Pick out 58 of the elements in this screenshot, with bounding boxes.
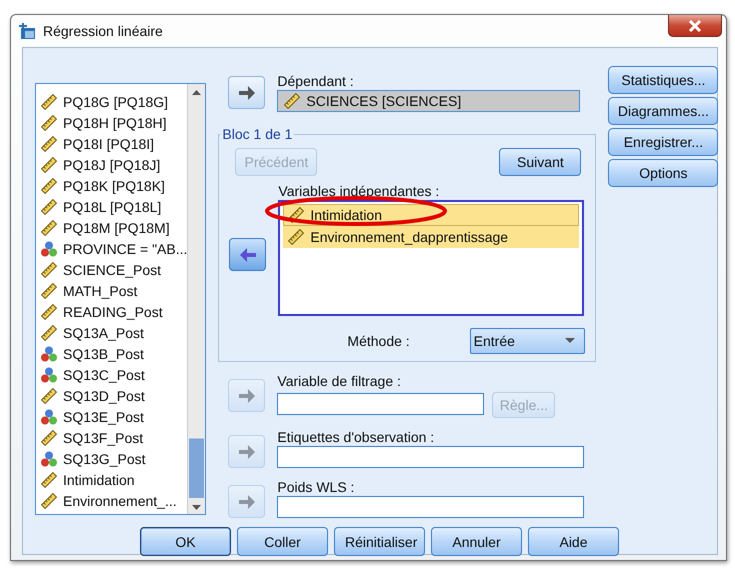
window-title: Régression linéaire <box>43 23 163 39</box>
field-label: Méthode : <box>347 332 410 350</box>
variable-item[interactable]: SQ13A_Post <box>36 322 188 343</box>
input-field[interactable] <box>277 496 584 518</box>
variable-item[interactable]: PROVINCE = "AB... <box>36 238 188 259</box>
variable-item[interactable]: SQ13E_Post <box>36 406 188 427</box>
field-label: Etiquettes d'observation : <box>277 428 436 446</box>
dialog-button[interactable]: Réinitialiser <box>334 527 425 556</box>
close-button[interactable] <box>668 15 722 37</box>
variable-item[interactable]: PQ18G [PQ18G] <box>36 91 188 112</box>
dependent-field[interactable]: SCIENCES [SCIENCES] <box>277 90 580 112</box>
close-icon <box>688 20 702 32</box>
group-title: Bloc 1 de 1 <box>221 126 294 142</box>
input-field[interactable] <box>277 393 484 415</box>
variable-item[interactable]: READING_Post <box>36 301 188 322</box>
scrollbar[interactable] <box>187 84 206 514</box>
variable-item[interactable]: SQ13C_Post <box>36 364 188 385</box>
variable-item[interactable]: SQ13F_Post <box>36 427 188 448</box>
field-label: Dépendant : <box>277 72 355 90</box>
variable-item[interactable]: MATH_Post <box>36 280 188 301</box>
side-button[interactable]: Statistiques... <box>608 66 718 94</box>
variable-item[interactable]: Intimidation <box>36 469 188 490</box>
dialog-button[interactable]: OK <box>140 527 231 556</box>
variable-item[interactable]: PQ18H [PQ18H] <box>36 112 188 133</box>
side-button[interactable]: Enregistrer... <box>608 128 718 156</box>
variable-item[interactable]: SQ13G_Post <box>36 448 188 469</box>
dialog-button[interactable]: Annuler <box>431 527 522 556</box>
move-button[interactable] <box>228 76 266 109</box>
field-label: Poids WLS : <box>277 478 356 496</box>
dialog-button[interactable]: Coller <box>237 527 328 556</box>
variable-item[interactable]: PQ18I [PQ18I] <box>36 133 188 154</box>
dropdown-icon <box>564 337 576 345</box>
side-button[interactable]: Diagrammes... <box>608 97 718 125</box>
variable-item[interactable]: Environnement_... <box>36 490 188 511</box>
variable-list[interactable] <box>35 83 206 515</box>
next-button[interactable]: Suivant <box>499 148 582 176</box>
field-label: Variable de filtrage : <box>277 372 402 390</box>
circles-icon <box>41 408 57 424</box>
variable-item[interactable]: PQ18J [PQ18J] <box>36 154 188 175</box>
variable-item[interactable]: SQ13B_Post <box>36 343 188 364</box>
app-icon <box>19 22 37 40</box>
variable-item[interactable]: PQ18L [PQ18L] <box>36 196 188 217</box>
circles-icon <box>41 346 57 362</box>
side-button[interactable]: Options <box>608 159 718 187</box>
variable-item[interactable]: SCIENCE_Post <box>36 259 188 280</box>
input-field[interactable] <box>277 446 584 468</box>
variable-item[interactable]: SQ13D_Post <box>36 385 188 406</box>
circles-icon <box>41 450 57 466</box>
variable-item[interactable]: Environnement_dapprentissage <box>283 226 580 248</box>
variable-item[interactable]: PQ18M [PQ18M] <box>36 217 188 238</box>
field-label: Variables indépendantes : <box>278 182 440 200</box>
variable-item[interactable]: PQ18K [PQ18K] <box>36 175 188 196</box>
circles-icon <box>41 366 57 382</box>
dialog-button[interactable]: Aide <box>528 527 619 556</box>
independent-list[interactable]: Intimidation Environnement_dapprentissage <box>278 200 584 316</box>
circles-icon <box>41 240 57 256</box>
move-button[interactable] <box>229 238 266 271</box>
method-dropdown[interactable]: Entrée <box>470 328 585 354</box>
